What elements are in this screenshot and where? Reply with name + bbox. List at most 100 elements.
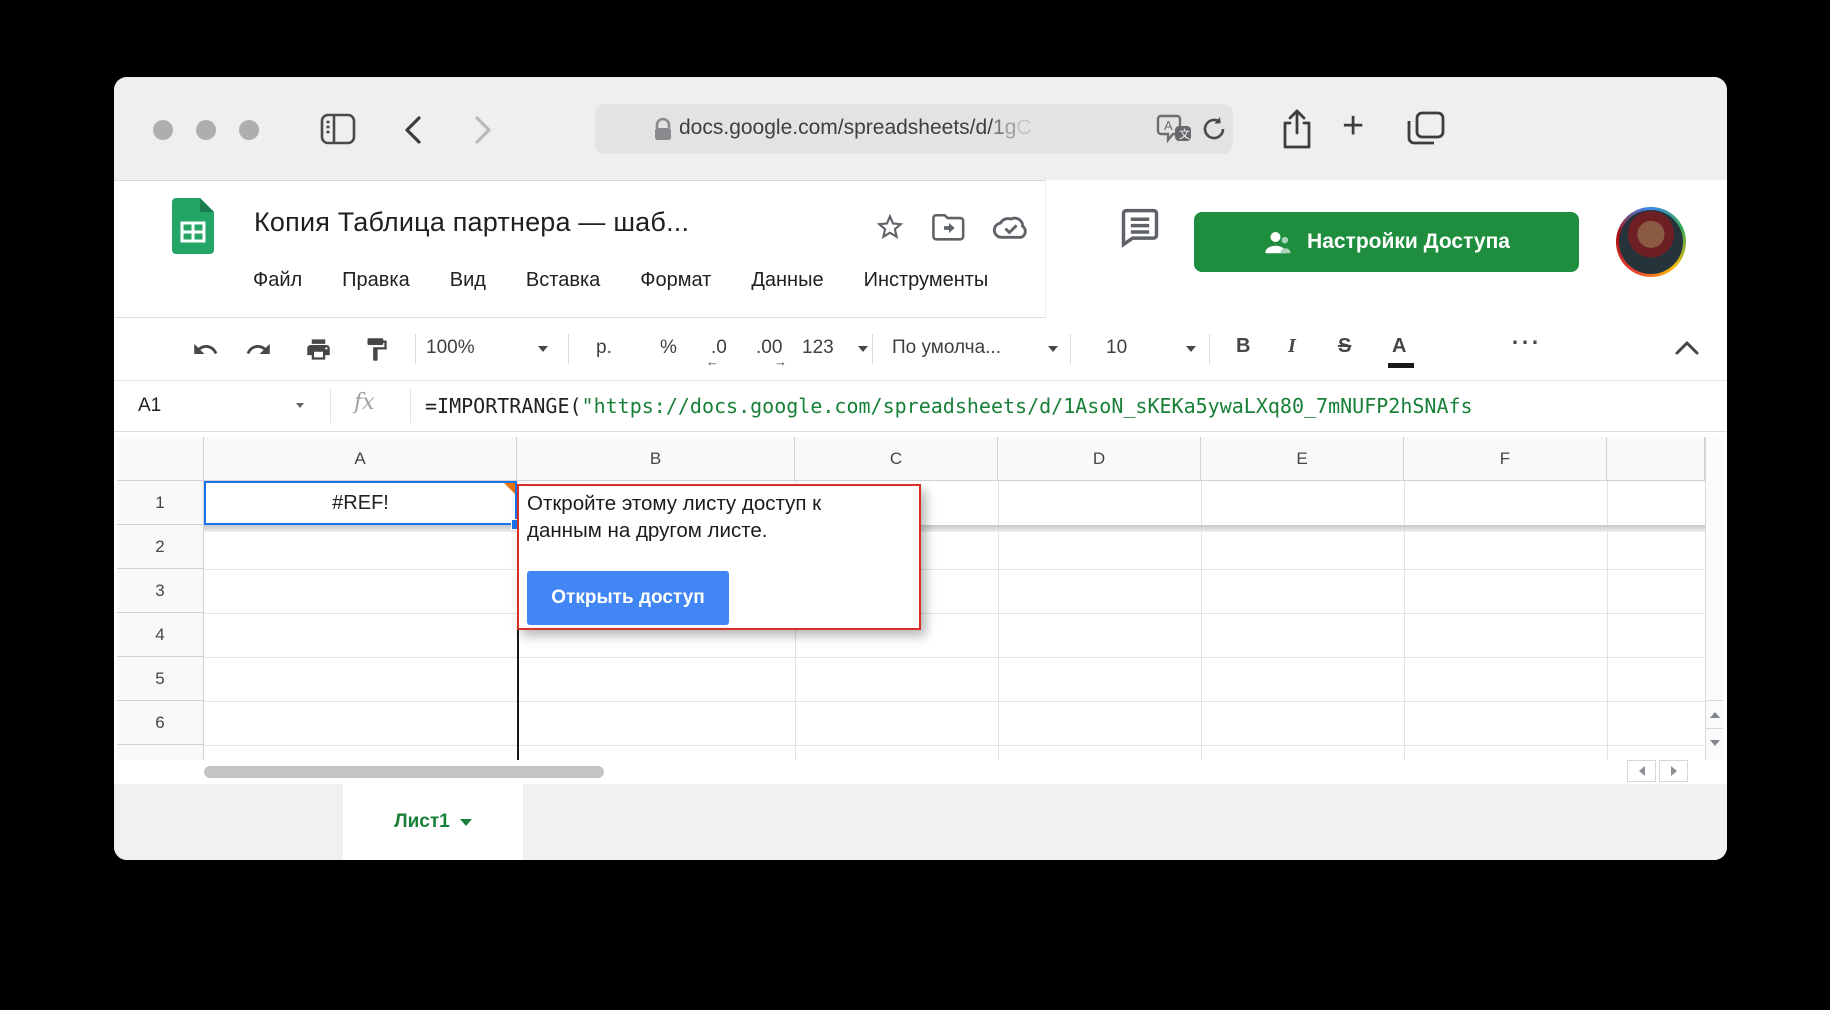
text-color-button[interactable]: A bbox=[1392, 335, 1406, 358]
scroll-down-button[interactable] bbox=[1706, 728, 1723, 756]
menu-format[interactable]: Формат bbox=[640, 269, 711, 292]
name-box-caret-icon[interactable] bbox=[296, 403, 304, 408]
fx-icon: fx bbox=[354, 390, 375, 415]
strikethrough-button[interactable]: S bbox=[1338, 335, 1351, 358]
paint-format-icon[interactable] bbox=[363, 336, 390, 363]
undo-icon[interactable] bbox=[192, 336, 219, 363]
grid-line bbox=[1607, 481, 1608, 760]
redo-icon[interactable] bbox=[245, 336, 272, 363]
column-header-b[interactable]: B bbox=[517, 437, 795, 481]
access-error-popup: Откройте этому листу доступ к данным на … bbox=[517, 484, 921, 630]
font-size-select[interactable]: 10 bbox=[1106, 337, 1127, 359]
column-header-e[interactable]: E bbox=[1201, 437, 1404, 481]
tab-overview-icon[interactable] bbox=[1406, 111, 1446, 147]
close-window-button[interactable] bbox=[153, 120, 173, 140]
grid-line bbox=[204, 613, 1705, 614]
forward-button[interactable] bbox=[472, 115, 494, 145]
grid-line bbox=[204, 569, 1705, 570]
row-header-2[interactable]: 2 bbox=[117, 525, 204, 569]
sidebar-toggle-icon[interactable] bbox=[320, 113, 356, 145]
formula-url-string: "https://docs.google.com/spreadsheets/d/… bbox=[582, 394, 1473, 418]
font-select[interactable]: По умолча... bbox=[892, 337, 1001, 359]
selection-border bbox=[204, 481, 517, 525]
scroll-left-button[interactable] bbox=[1627, 760, 1656, 782]
document-title[interactable]: Копия Таблица партнера — шаб... bbox=[254, 207, 689, 238]
address-bar[interactable]: docs.google.com/spreadsheets/d/1gC A 文 bbox=[595, 104, 1233, 154]
grid-line bbox=[1404, 481, 1405, 760]
italic-button[interactable]: I bbox=[1288, 335, 1296, 358]
formula-input[interactable]: =IMPORTRANGE("https://docs.google.com/sp… bbox=[425, 394, 1715, 418]
column-header-a[interactable]: A bbox=[204, 437, 517, 481]
row-header-4[interactable]: 4 bbox=[117, 613, 204, 657]
toolbar-divider bbox=[872, 334, 873, 364]
row-header-3[interactable]: 3 bbox=[117, 569, 204, 613]
hide-toolbar-icon[interactable] bbox=[1674, 339, 1700, 357]
font-size-caret-icon[interactable] bbox=[1186, 346, 1196, 352]
sheet-tab-label: Лист1 bbox=[394, 811, 449, 833]
zoom-caret-icon[interactable] bbox=[538, 346, 548, 352]
toolbar-divider bbox=[415, 334, 416, 364]
toolbar-divider bbox=[1209, 334, 1210, 364]
zoom-window-button[interactable] bbox=[239, 120, 259, 140]
more-formats-caret-icon[interactable] bbox=[858, 346, 868, 352]
sheet-tab-list1[interactable]: Лист1 bbox=[343, 784, 523, 860]
more-formats-button[interactable]: 123 bbox=[802, 337, 834, 359]
row-header-5[interactable]: 5 bbox=[117, 657, 204, 701]
grid-line bbox=[204, 701, 1705, 702]
minimize-window-button[interactable] bbox=[196, 120, 216, 140]
formula-bar-divider bbox=[410, 389, 411, 423]
share-page-icon[interactable] bbox=[1280, 109, 1314, 151]
translate-icon[interactable]: A 文 bbox=[1155, 114, 1193, 146]
scroll-right-button[interactable] bbox=[1659, 760, 1688, 782]
increase-decimal-arrow-icon: → bbox=[774, 354, 787, 369]
new-tab-button[interactable]: + bbox=[1342, 105, 1364, 148]
font-caret-icon[interactable] bbox=[1048, 346, 1058, 352]
scroll-up-button[interactable] bbox=[1706, 700, 1723, 728]
format-currency-button[interactable]: р. bbox=[596, 337, 612, 359]
share-settings-button[interactable]: Настройки Доступа bbox=[1194, 212, 1579, 272]
down-arrow-icon bbox=[1710, 740, 1720, 746]
bold-button[interactable]: B bbox=[1236, 335, 1250, 358]
star-icon[interactable] bbox=[874, 211, 906, 243]
column-header-d[interactable]: D bbox=[998, 437, 1201, 481]
cloud-saved-icon[interactable] bbox=[992, 213, 1030, 241]
column-header-c[interactable]: C bbox=[795, 437, 998, 481]
toolbar-divider bbox=[1070, 334, 1071, 364]
grid-line bbox=[204, 657, 1705, 658]
toolbar-more-button[interactable]: ⋯ bbox=[1510, 325, 1540, 360]
back-button[interactable] bbox=[402, 115, 424, 145]
column-header-f[interactable]: F bbox=[1404, 437, 1607, 481]
zoom-select[interactable]: 100% bbox=[426, 337, 475, 359]
menu-view[interactable]: Вид bbox=[450, 269, 486, 292]
formula-bar: A1 fx =IMPORTRANGE("https://docs.google.… bbox=[114, 380, 1727, 432]
row-header-6[interactable]: 6 bbox=[117, 701, 204, 745]
right-arrow-icon bbox=[1671, 766, 1677, 776]
header-right-panel: Настройки Доступа bbox=[1045, 180, 1727, 318]
sheet-tab-caret-icon bbox=[460, 819, 472, 826]
lock-icon bbox=[653, 117, 673, 143]
select-all-corner[interactable] bbox=[117, 437, 204, 481]
name-box[interactable]: A1 bbox=[138, 395, 161, 417]
share-settings-label: Настройки Доступа bbox=[1307, 230, 1510, 254]
menu-data[interactable]: Данные bbox=[751, 269, 823, 292]
horizontal-scroll-thumb[interactable] bbox=[204, 766, 604, 778]
sheets-logo[interactable] bbox=[172, 198, 214, 254]
grid-line bbox=[204, 745, 1705, 746]
format-percent-button[interactable]: % bbox=[660, 337, 677, 359]
toolbar-divider bbox=[568, 334, 569, 364]
url-text: docs.google.com/spreadsheets/d/1gC bbox=[679, 116, 1032, 140]
reload-icon[interactable] bbox=[1201, 116, 1227, 142]
row-header-7[interactable]: 7 bbox=[117, 745, 204, 760]
row-header-1[interactable]: 1 bbox=[117, 481, 204, 525]
menu-edit[interactable]: Правка bbox=[342, 269, 410, 292]
allow-access-button[interactable]: Открыть доступ bbox=[527, 571, 729, 625]
account-avatar[interactable] bbox=[1616, 207, 1686, 277]
menu-tools[interactable]: Инструменты bbox=[864, 269, 989, 292]
menu-file[interactable]: Файл bbox=[253, 269, 302, 292]
print-icon[interactable] bbox=[305, 336, 332, 363]
comments-icon[interactable] bbox=[1118, 206, 1162, 250]
menu-insert[interactable]: Вставка bbox=[526, 269, 600, 292]
move-to-folder-icon[interactable] bbox=[932, 213, 966, 243]
column-header-partial[interactable] bbox=[1607, 437, 1705, 481]
error-corner-icon bbox=[504, 483, 515, 494]
